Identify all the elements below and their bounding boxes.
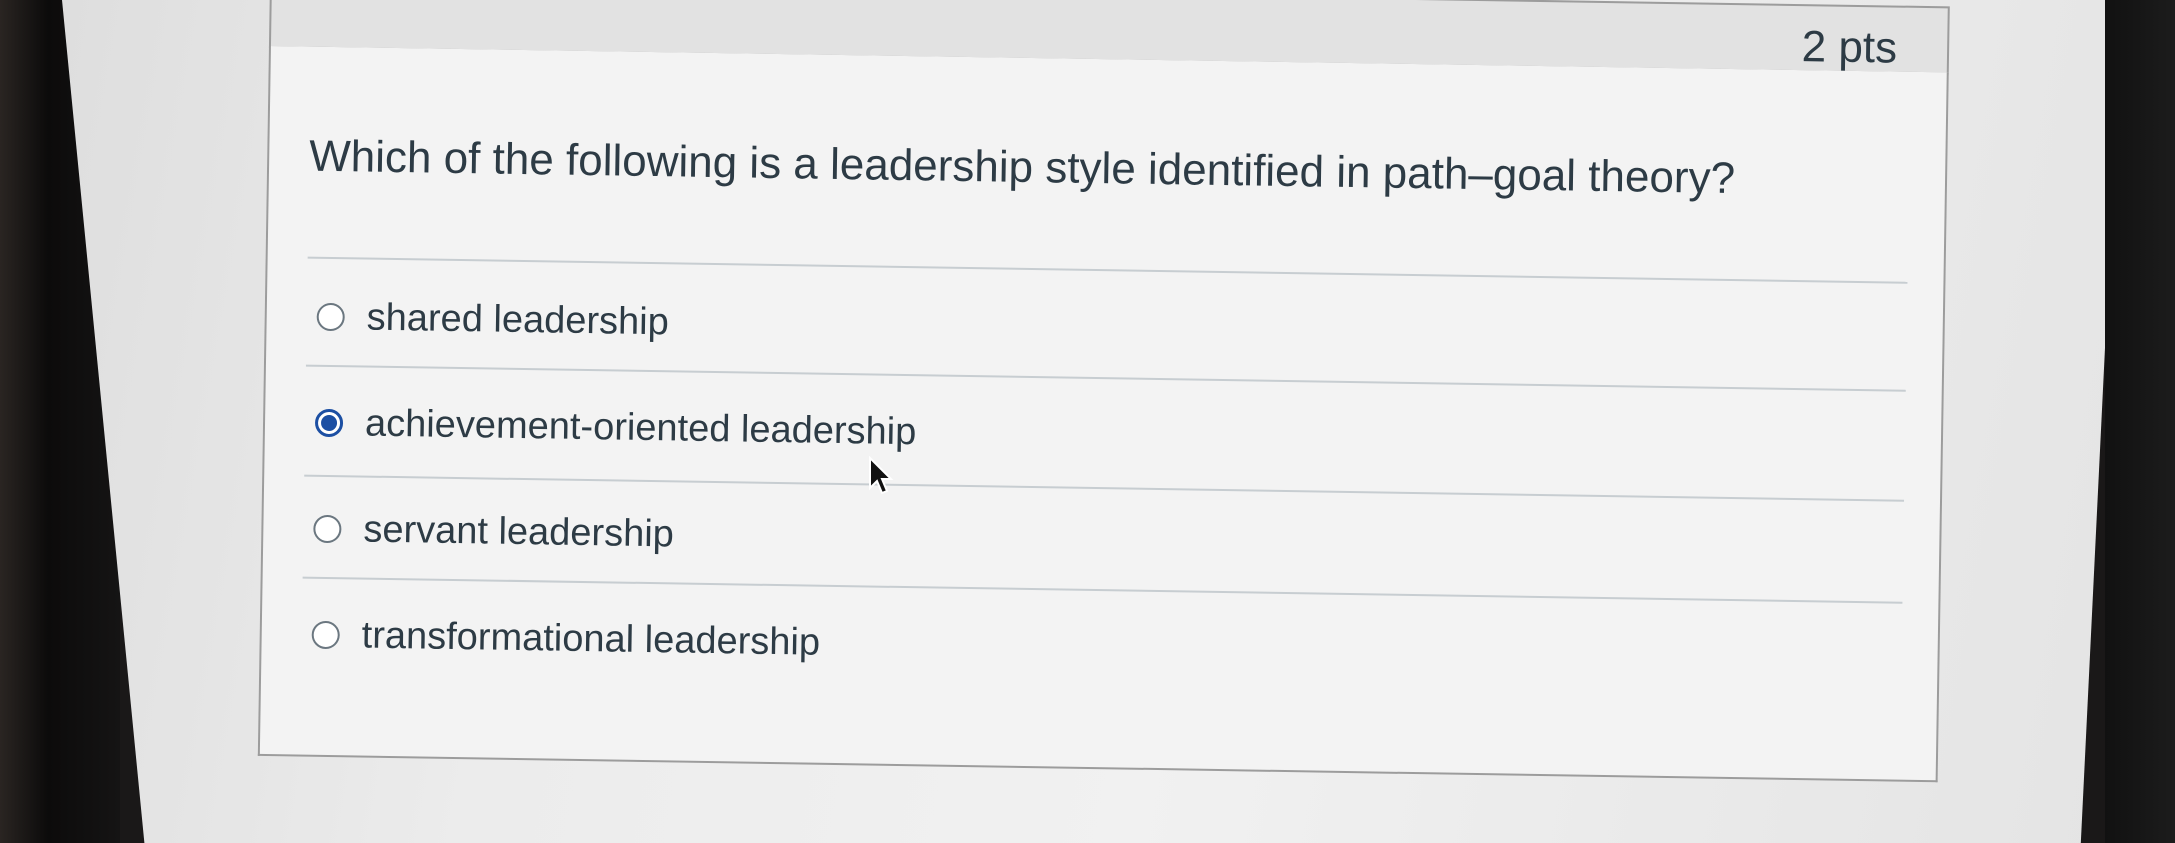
points-label: 2 pts [1801,22,1898,73]
answer-divider [307,256,1908,284]
answer-option-servant-leadership[interactable]: servant leadership [313,499,674,565]
monitor-bezel-right [2105,0,2175,843]
radio-unchecked-icon[interactable] [316,302,345,332]
answer-label: transformational leadership [361,614,821,664]
question-card: 2 pts Which of the following is a leader… [257,0,1950,801]
answer-label: shared leadership [366,296,670,343]
answer-divider [302,576,1903,604]
question-text: Which of the following is a leadership s… [308,131,1736,204]
answer-option-achievement-oriented-leadership[interactable]: achievement-oriented leadership [314,393,917,462]
radio-unchecked-icon[interactable] [313,514,342,544]
radio-checked-icon[interactable] [314,408,344,438]
question-body: Which of the following is a leadership s… [257,45,1949,783]
answer-divider [304,474,1905,502]
answer-option-shared-leadership[interactable]: shared leadership [316,287,669,353]
answer-divider [305,364,1906,392]
radio-unchecked-icon[interactable] [311,620,340,650]
answer-option-transformational-leadership[interactable]: transformational leadership [311,605,820,673]
answer-label: servant leadership [363,508,675,555]
mouse-pointer-icon [869,456,894,495]
answer-label: achievement-oriented leadership [364,402,917,453]
